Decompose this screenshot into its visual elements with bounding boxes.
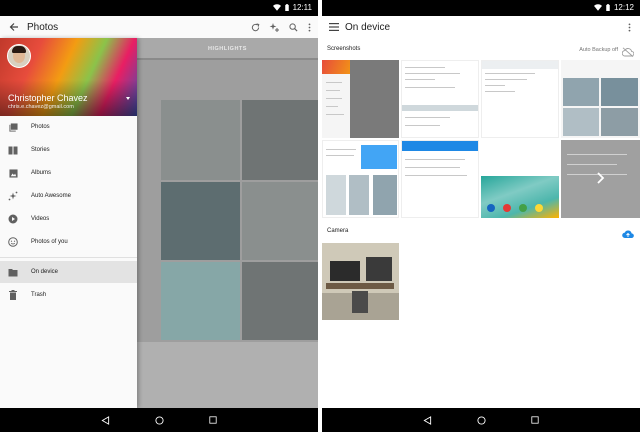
photo-thumbnail [242, 262, 318, 340]
drawer-item-label: On device [31, 269, 59, 275]
drawer-item-auto-awesome[interactable]: Auto Awesome [0, 185, 137, 207]
dimmed-photo-grid: HIGHLIGHTS [137, 38, 318, 408]
screenshot-thumbnail[interactable] [481, 140, 559, 218]
photo-thumbnail [242, 182, 318, 260]
drawer-item-videos[interactable]: Videos [0, 208, 137, 230]
navigation-drawer: Christopher Chavez chris.e.chavez@gmail.… [0, 38, 137, 408]
screenshot-thumbnail[interactable] [401, 140, 479, 218]
wifi-icon [272, 4, 281, 11]
face-icon [8, 237, 18, 247]
top-app-bar: Photos [0, 16, 318, 38]
system-nav-bar [322, 408, 640, 432]
drawer-item-label: Photos of you [31, 239, 68, 245]
videos-icon [8, 214, 18, 224]
auto-backup-status[interactable]: Auto Backup off [579, 47, 618, 53]
drawer-item-label: Auto Awesome [31, 193, 71, 199]
drawer-divider [0, 257, 137, 258]
camera-photo-thumbnail[interactable] [322, 243, 399, 320]
drawer-item-label: Videos [31, 216, 50, 222]
right-screen: 12:12 On device Screenshots Auto Backup … [322, 0, 640, 432]
drawer-item-label: Albums [31, 170, 52, 176]
cloud-off-icon[interactable] [621, 44, 635, 57]
trash-icon [8, 290, 18, 300]
overflow-menu-icon[interactable] [301, 19, 317, 35]
back-nav-icon[interactable] [98, 413, 112, 427]
status-bar: 12:11 [0, 0, 318, 16]
status-bar: 12:12 [322, 0, 640, 16]
system-nav-bar [0, 408, 318, 432]
photos-icon [8, 122, 18, 132]
highlights-tab: HIGHLIGHTS [137, 38, 318, 60]
status-time: 12:11 [292, 3, 312, 12]
stories-icon [8, 145, 18, 155]
wifi-icon [593, 4, 602, 11]
albums-icon [8, 168, 18, 178]
search-icon[interactable] [285, 19, 301, 35]
status-time: 12:12 [613, 3, 634, 12]
user-email: chris.e.chavez@gmail.com [8, 104, 74, 110]
home-nav-icon[interactable] [474, 413, 488, 427]
cloud-upload-icon[interactable] [622, 226, 634, 239]
drawer-item-photos-of-you[interactable]: Photos of you [0, 231, 137, 253]
photo-thumbnail [242, 100, 318, 180]
section-title-camera: Camera [327, 228, 349, 234]
photo-thumbnail [137, 342, 318, 408]
next-arrow-icon[interactable] [595, 172, 605, 184]
top-app-bar: On device [322, 16, 640, 38]
battery-icon [284, 4, 289, 11]
avatar[interactable] [7, 44, 31, 68]
drawer-item-label: Photos [31, 124, 50, 130]
drawer-item-trash[interactable]: Trash [0, 284, 137, 306]
back-arrow-icon[interactable] [6, 19, 22, 35]
account-header: Christopher Chavez chris.e.chavez@gmail.… [0, 38, 137, 116]
auto-awesome-add-icon[interactable] [266, 19, 282, 35]
screenshot-thumbnail[interactable] [322, 140, 399, 218]
overflow-menu-icon[interactable] [621, 19, 637, 35]
photo-thumbnail [161, 100, 240, 180]
account-dropdown-icon[interactable] [126, 97, 130, 100]
screenshot-thumbnail[interactable] [322, 60, 399, 138]
drawer-item-albums[interactable]: Albums [0, 162, 137, 184]
drawer-item-photos[interactable]: Photos [0, 116, 137, 138]
folder-icon [8, 267, 18, 277]
home-nav-icon[interactable] [152, 413, 166, 427]
recents-nav-icon[interactable] [206, 413, 220, 427]
drawer-item-stories[interactable]: Stories [0, 139, 137, 161]
battery-icon [606, 4, 610, 11]
photo-thumbnail [161, 182, 240, 260]
screenshot-thumbnail[interactable] [481, 60, 559, 138]
user-name: Christopher Chavez [8, 93, 88, 103]
drawer-item-label: Stories [31, 147, 50, 153]
menu-icon[interactable] [326, 19, 342, 35]
page-title: On device [345, 21, 391, 33]
photo-thumbnail [161, 262, 240, 340]
recents-nav-icon[interactable] [528, 413, 542, 427]
screenshot-thumbnail[interactable] [561, 140, 640, 218]
drawer-item-on-device[interactable]: On device [0, 261, 137, 283]
refresh-icon[interactable] [247, 19, 263, 35]
screenshot-thumbnail[interactable] [561, 60, 640, 138]
left-screen: 12:11 Photos HIGHLIGHTS Christopher Chav… [0, 0, 318, 432]
app-title: Photos [27, 21, 59, 33]
screenshot-thumbnail[interactable] [401, 60, 479, 138]
back-nav-icon[interactable] [420, 413, 434, 427]
drawer-item-label: Trash [31, 292, 47, 298]
section-title-screenshots: Screenshots [327, 46, 361, 52]
auto-awesome-icon [8, 191, 18, 201]
